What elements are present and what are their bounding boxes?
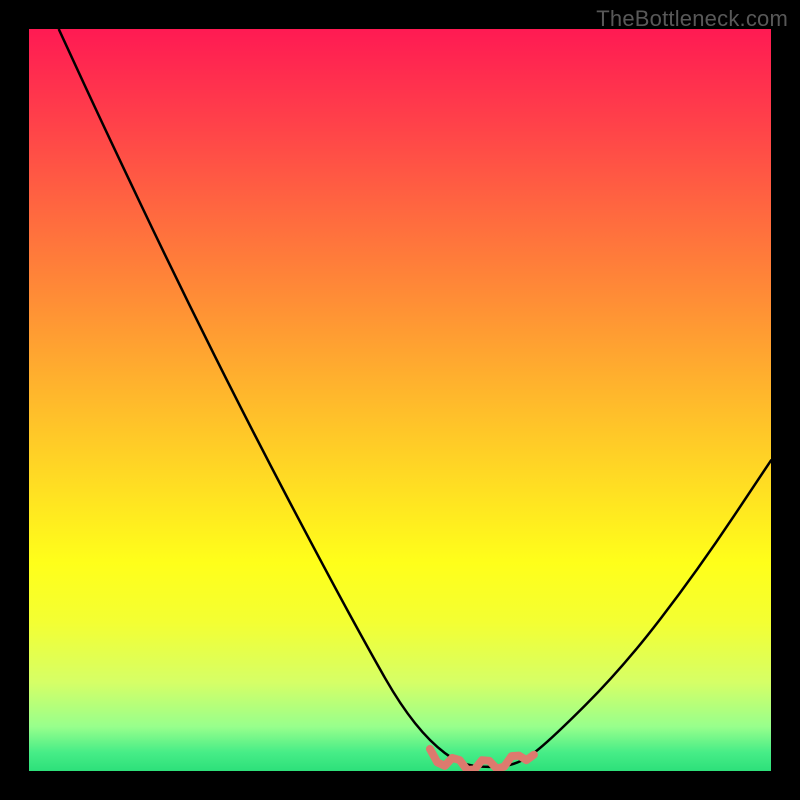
plot-background [29, 29, 772, 772]
attribution-text[interactable]: TheBottleneck.com [596, 6, 788, 32]
chart-container: TheBottleneck.com [0, 0, 800, 800]
